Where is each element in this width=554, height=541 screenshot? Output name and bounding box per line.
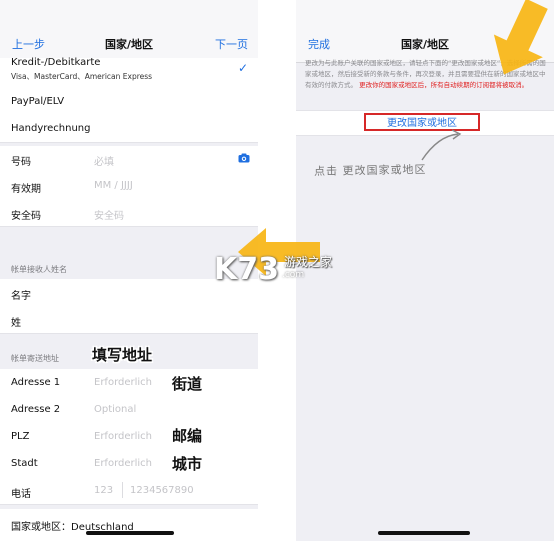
- field-placeholder: Optional: [94, 404, 137, 415]
- divider: [122, 482, 123, 498]
- annotation-postcode: 邮编: [172, 427, 203, 445]
- phone-area-code[interactable]: 123: [94, 485, 113, 496]
- field-label: 电话: [11, 489, 31, 500]
- payment-option-label: Handyrechnung: [11, 123, 91, 134]
- nav-bar: 上一步 国家/地区 下一页: [0, 0, 258, 63]
- watermark-logo: K73: [214, 252, 279, 287]
- card-option[interactable]: Kredit-/Debitkarte Visa、MasterCard、Ameri…: [0, 57, 258, 89]
- field-label: Adresse 1: [11, 377, 61, 388]
- field-placeholder: MM / JJJJ: [94, 180, 133, 191]
- annotation-click-change: 点击 更改国家或地区: [313, 163, 427, 178]
- last-name-field[interactable]: 姓: [0, 306, 258, 334]
- phone-number[interactable]: 1234567890: [130, 485, 194, 496]
- field-label: 有效期: [11, 184, 41, 195]
- field-label: 名字: [11, 291, 31, 302]
- next-button[interactable]: 下一页: [215, 36, 248, 52]
- field-label: 姓: [11, 318, 21, 329]
- field-placeholder: Erforderlich: [94, 458, 153, 469]
- field-label: 号码: [11, 157, 31, 168]
- watermark-subtitle: 游戏之家: [284, 255, 333, 269]
- field-placeholder: Erforderlich: [94, 377, 153, 388]
- security-code-field[interactable]: 安全码 安全码: [0, 199, 258, 227]
- field-label: PLZ: [11, 431, 30, 442]
- section-header: 帐单接收人姓名: [11, 265, 67, 274]
- warning-text: 更改你的国家或地区后，所有自动续期的订阅都将被取消。: [359, 81, 529, 89]
- annotation-street: 街道: [172, 375, 203, 393]
- annotation-city: 城市: [172, 455, 203, 473]
- payment-option-handy[interactable]: Handyrechnung: [0, 115, 258, 143]
- section-header: 帐单寄送地址: [11, 354, 59, 363]
- field-placeholder: 必填: [94, 157, 114, 168]
- field-placeholder: 安全码: [94, 211, 124, 222]
- home-indicator: [86, 531, 174, 535]
- annotation-pointer-icon: [421, 129, 462, 161]
- annotation-fill-address: 填写地址: [92, 346, 153, 364]
- card-title: Kredit-/Debitkarte: [11, 57, 101, 68]
- address1-field[interactable]: Adresse 1 Erforderlich: [0, 369, 258, 397]
- city-field[interactable]: Stadt Erforderlich: [0, 450, 258, 478]
- expiry-field[interactable]: 有效期 MM / JJJJ: [0, 172, 258, 200]
- address2-field[interactable]: Adresse 2 Optional: [0, 396, 258, 424]
- field-label: Stadt: [11, 458, 38, 469]
- postcode-field[interactable]: PLZ Erforderlich: [0, 423, 258, 451]
- card-number-field[interactable]: 号码 必填: [0, 146, 258, 173]
- payment-option-label: PayPal/ELV: [11, 96, 65, 107]
- country-row[interactable]: 国家或地区：Deutschland: [0, 509, 258, 541]
- field-label: 安全码: [11, 211, 41, 222]
- field-label: Adresse 2: [11, 404, 61, 415]
- camera-icon[interactable]: [238, 153, 250, 163]
- home-indicator: [378, 531, 470, 535]
- field-placeholder: Erforderlich: [94, 431, 153, 442]
- watermark-url: .com: [282, 270, 305, 280]
- checkmark-icon: ✓: [237, 61, 248, 75]
- phone-field[interactable]: 电话 123 1234567890: [0, 477, 258, 505]
- card-subtitle: Visa、MasterCard、American Express: [11, 72, 153, 81]
- payment-option-paypal[interactable]: PayPal/ELV: [0, 88, 258, 116]
- down-arrow-icon: [493, 0, 548, 75]
